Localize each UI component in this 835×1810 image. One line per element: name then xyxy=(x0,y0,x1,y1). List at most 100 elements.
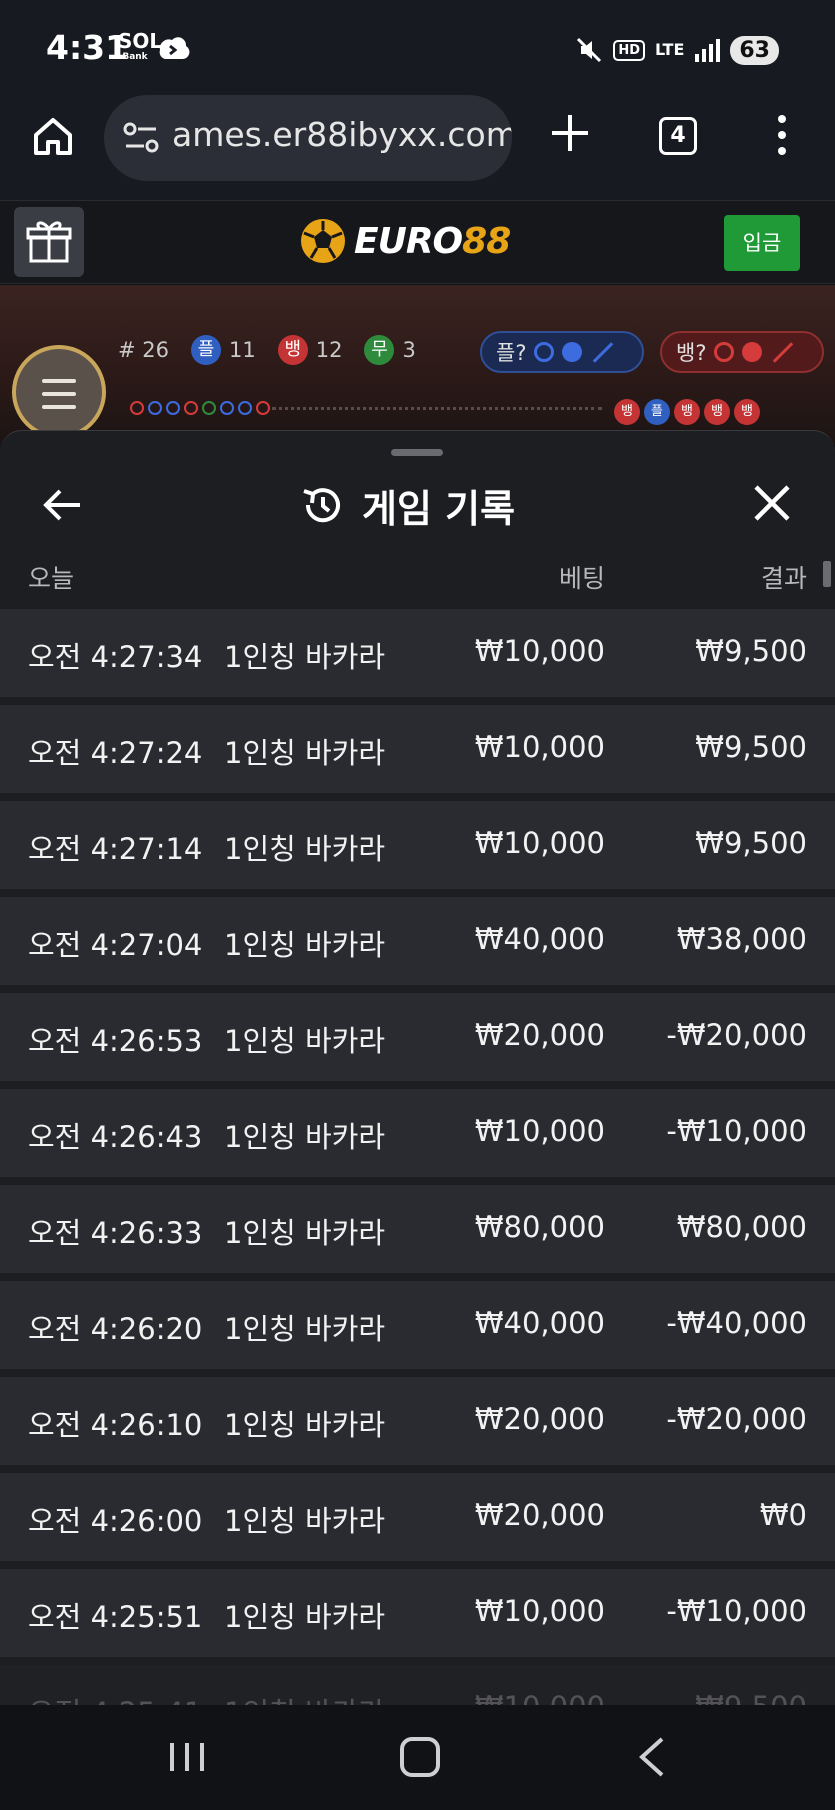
hd-icon: HD xyxy=(613,39,645,61)
row-time: 오전 4:25:51 xyxy=(28,1600,203,1634)
sol-bank-icon: SOL Bank xyxy=(118,30,162,68)
tie-chip: 무 xyxy=(364,335,395,365)
round-number: # 26 xyxy=(118,338,169,362)
row-game: 1인칭 바카라 xyxy=(224,1504,386,1538)
more-menu-icon[interactable] xyxy=(772,113,792,157)
home-nav-button[interactable] xyxy=(400,1737,440,1777)
road-chip: 뱅 xyxy=(674,399,700,425)
row-bet: ₩40,000 xyxy=(474,1306,605,1340)
road-chip: 뱅 xyxy=(734,399,760,425)
row-game: 1인칭 바카라 xyxy=(224,928,386,962)
row-time: 오전 4:27:24 xyxy=(28,736,203,770)
row-result: -₩20,000 xyxy=(666,1018,807,1052)
address-bar[interactable]: ames.er88ibyxx.com xyxy=(104,95,512,181)
row-time: 오전 4:27:04 xyxy=(28,928,203,962)
row-bet: ₩10,000 xyxy=(474,730,605,764)
site-settings-icon[interactable] xyxy=(122,120,162,156)
row-bet: ₩20,000 xyxy=(474,1402,605,1436)
dot-icon xyxy=(562,342,583,362)
history-icon xyxy=(303,488,340,523)
table-header: 오늘 베팅 결과 xyxy=(0,551,835,601)
road-chip: 뱅 xyxy=(704,399,730,425)
game-history-sheet: 게임 기록 오늘 베팅 결과 오전 4:27:34 1인칭 바카라 ₩10,000 ₩… xyxy=(0,430,835,1705)
row-bet: ₩10,000 xyxy=(474,1594,605,1628)
player-predict-button[interactable]: 플? xyxy=(480,331,644,373)
row-time: 오전 4:27:34 xyxy=(28,640,203,674)
slash-icon xyxy=(593,341,614,363)
row-game: 1인칭 바카라 xyxy=(224,1690,385,1705)
row-result: ₩9,500 xyxy=(695,1690,807,1705)
status-icons: HD LTE 63 xyxy=(575,30,779,70)
col-today: 오늘 xyxy=(28,564,75,593)
banker-predict-button[interactable]: 뱅? xyxy=(660,331,824,373)
tie-count: 3 xyxy=(402,338,416,362)
tab-switcher-button[interactable]: 4 xyxy=(659,117,697,155)
row-time: 오전 4:26:53 xyxy=(28,1024,203,1058)
chat-cloud-icon xyxy=(159,37,190,59)
row-bet: ₩10,000 xyxy=(474,826,605,860)
col-bet: 베팅 xyxy=(558,564,605,593)
row-result: ₩9,500 xyxy=(695,730,807,764)
back-nav-icon[interactable] xyxy=(636,1735,668,1779)
banker-predict-label: 뱅? xyxy=(676,341,707,365)
row-game: 1인칭 바카라 xyxy=(224,1312,386,1346)
history-list: 오전 4:27:34 1인칭 바카라 ₩10,000 ₩9,500 오전 4:27:2… xyxy=(0,609,835,1705)
history-row[interactable]: 오전 4:26:00 1인칭 바카라 ₩20,000 ₩0 xyxy=(0,1473,835,1561)
row-game: 1인칭 바카라 xyxy=(224,832,386,866)
gift-button[interactable] xyxy=(14,207,84,277)
history-row[interactable]: 오전 4:26:53 1인칭 바카라 ₩20,000 -₩20,000 xyxy=(0,993,835,1081)
row-game: 1인칭 바카라 xyxy=(224,1024,386,1058)
close-icon[interactable] xyxy=(750,481,794,525)
history-row[interactable]: 오전 4:27:24 1인칭 바카라 ₩10,000 ₩9,500 xyxy=(0,705,835,793)
history-row[interactable]: 오전 4:26:20 1인칭 바카라 ₩40,000 -₩40,000 xyxy=(0,1281,835,1369)
row-result: ₩9,500 xyxy=(695,826,807,860)
history-row[interactable]: 오전 4:27:34 1인칭 바카라 ₩10,000 ₩9,500 xyxy=(0,609,835,697)
history-road: 뱅 플 뱅 뱅 뱅 xyxy=(614,399,760,425)
row-game: 1인칭 바카라 xyxy=(224,736,386,770)
row-game: 1인칭 바카라 xyxy=(224,1408,386,1442)
slash-icon xyxy=(773,341,794,363)
row-result: -₩20,000 xyxy=(666,1402,807,1436)
sheet-drag-handle[interactable] xyxy=(391,449,443,456)
history-row[interactable]: 오전 4:26:10 1인칭 바카라 ₩20,000 -₩20,000 xyxy=(0,1377,835,1465)
row-game: 1인칭 바카라 xyxy=(224,1120,386,1154)
row-time: 오전 4:26:33 xyxy=(28,1216,203,1250)
url-text[interactable]: ames.er88ibyxx.com xyxy=(172,115,512,154)
system-nav-bar xyxy=(0,1705,835,1810)
history-row[interactable]: 오전 4:27:14 1인칭 바카라 ₩10,000 ₩9,500 xyxy=(0,801,835,889)
player-predict-label: 플? xyxy=(496,341,527,365)
history-row[interactable]: 오전 4:26:43 1인칭 바카라 ₩10,000 -₩10,000 xyxy=(0,1089,835,1177)
road-divider xyxy=(272,407,602,410)
euro88-logo[interactable]: EURO88 xyxy=(298,213,511,269)
history-row[interactable]: 오전 4:25:41 1인칭 바카라 ₩10,000 ₩9,500 xyxy=(0,1665,835,1705)
col-result: 결과 xyxy=(760,564,807,593)
row-bet: ₩10,000 xyxy=(474,1114,605,1148)
row-game: 1인칭 바카라 xyxy=(224,1216,386,1250)
recent-apps-icon[interactable] xyxy=(168,1741,206,1773)
row-time: 오전 4:26:43 xyxy=(28,1120,203,1154)
row-time: 오전 4:26:10 xyxy=(28,1408,203,1442)
history-row[interactable]: 오전 4:26:33 1인칭 바카라 ₩80,000 ₩80,000 xyxy=(0,1185,835,1273)
deposit-button[interactable]: 입금 xyxy=(724,215,800,271)
battery-level: 63 xyxy=(730,35,779,65)
back-arrow-icon[interactable] xyxy=(40,483,84,527)
history-row[interactable]: 오전 4:25:51 1인칭 바카라 ₩10,000 -₩10,000 xyxy=(0,1569,835,1657)
soccer-ball-icon xyxy=(301,219,345,263)
new-tab-icon[interactable] xyxy=(548,111,592,155)
player-chip: 플 xyxy=(191,335,221,365)
signal-icon xyxy=(695,39,721,62)
app-header: EURO88 입금 xyxy=(0,200,835,284)
player-count: 11 xyxy=(229,338,256,362)
history-row[interactable]: 오전 4:27:04 1인칭 바카라 ₩40,000 ₩38,000 xyxy=(0,897,835,985)
scrollbar[interactable] xyxy=(823,561,831,587)
sol-app-sub: Bank xyxy=(122,52,148,62)
lte-icon: LTE xyxy=(654,40,685,59)
game-menu-button[interactable] xyxy=(12,345,106,439)
road-chip: 플 xyxy=(644,399,670,425)
row-time: 오전 4:27:14 xyxy=(28,832,203,866)
home-icon[interactable] xyxy=(30,113,76,159)
row-result: ₩38,000 xyxy=(676,922,807,956)
row-result: ₩80,000 xyxy=(676,1210,807,1244)
row-bet: ₩10,000 xyxy=(474,634,605,668)
sheet-title-text: 게임 기록 xyxy=(362,486,516,531)
